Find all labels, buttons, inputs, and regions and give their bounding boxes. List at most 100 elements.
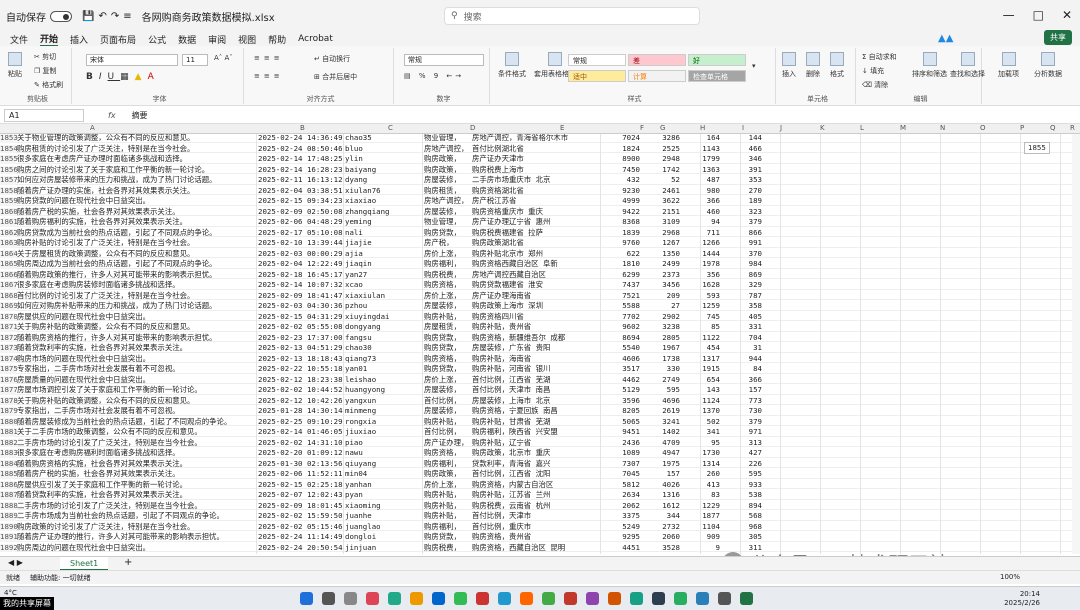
table-row[interactable]: 1865 购房周边成为当前社会的热点话题，引起了不同观点的争论。 2025-02-0…	[0, 259, 1080, 269]
search-input[interactable]: ⚲ 搜索	[444, 7, 700, 25]
autosum-button[interactable]: Σ 自动求和	[862, 52, 897, 62]
vertical-align-icons[interactable]: ≡≡≡	[254, 54, 284, 62]
column-header-r[interactable]: R	[1070, 124, 1075, 132]
close-icon[interactable]: ✕	[1062, 8, 1072, 22]
column-header-h[interactable]: H	[700, 124, 705, 132]
style-bad[interactable]: 差	[628, 54, 686, 66]
table-row[interactable]: 1882 二手房市场的讨论引发了广泛关注，特别是在当今社会。 2025-02-02 …	[0, 438, 1080, 448]
row-number[interactable]: 1863	[0, 238, 18, 248]
column-header-k[interactable]: K	[820, 124, 825, 132]
delete-cells-button[interactable]: 删除	[806, 52, 820, 79]
app-icon-12[interactable]	[696, 592, 709, 605]
style-neutral[interactable]: 适中	[568, 70, 626, 82]
row-number[interactable]: 1892	[0, 543, 18, 553]
style-calculation[interactable]: 计算	[628, 70, 686, 82]
system-clock[interactable]: 20:14 2025/2/26	[1004, 590, 1040, 608]
column-header-o[interactable]: O	[980, 124, 986, 132]
row-number[interactable]: 1859	[0, 196, 18, 206]
menu-page-layout[interactable]: 页面布局	[100, 33, 136, 46]
row-number[interactable]: 1860	[0, 207, 18, 217]
row-number[interactable]: 1876	[0, 375, 18, 385]
column-header-a[interactable]: A	[90, 124, 95, 132]
add-sheet-icon[interactable]: +	[124, 557, 132, 568]
table-row[interactable]: 1881 关于二手房市场的政策调整，公众有不同的反应和意见。 2025-02-14 …	[0, 427, 1080, 437]
sort-filter-button[interactable]: 排序和筛选	[912, 52, 947, 79]
table-row[interactable]: 1874 购房市场的问题在现代社会中日益突出。 2025-02-13 18:18:4…	[0, 354, 1080, 364]
column-header-e[interactable]: E	[560, 124, 564, 132]
row-number[interactable]: 1879	[0, 406, 18, 416]
menu-review[interactable]: 审阅	[208, 33, 226, 46]
table-row[interactable]: 1862 购房贷款成为当前社会的热点话题，引起了不同观点的争论。 2025-02-1…	[0, 228, 1080, 238]
minimize-icon[interactable]: —	[1003, 8, 1015, 22]
app-icon-13[interactable]	[718, 592, 731, 605]
app-icon-2[interactable]	[388, 592, 401, 605]
style-normal[interactable]: 常规	[568, 54, 626, 66]
app-icon-8[interactable]	[608, 592, 621, 605]
copy-button[interactable]: ❐ 复制	[34, 66, 57, 76]
table-row[interactable]: 1876 房屋质量的问题在现代社会中日益突出。 2025-02-12 18:23:3…	[0, 375, 1080, 385]
menu-help[interactable]: 帮助	[268, 33, 286, 46]
column-header-l[interactable]: L	[860, 124, 864, 132]
sheet-nav-icon[interactable]: ◀ ▶	[8, 558, 23, 567]
menu-file[interactable]: 文件	[10, 33, 28, 46]
excel-icon[interactable]	[740, 592, 753, 605]
italic-icon[interactable]: I	[99, 72, 108, 82]
column-header-n[interactable]: N	[940, 124, 945, 132]
table-row[interactable]: 1857 如何应对房屋装修带来的压力和挑战，成为了热门讨论话题。 2025-02-1…	[0, 175, 1080, 185]
merge-center-button[interactable]: ⊞ 合并后居中	[314, 72, 357, 82]
row-number[interactable]: 1891	[0, 532, 18, 542]
row-number[interactable]: 1882	[0, 438, 18, 448]
folder-icon[interactable]	[410, 592, 423, 605]
app-icon-6[interactable]	[564, 592, 577, 605]
save-icon[interactable]: 💾	[82, 11, 94, 22]
table-row[interactable]: 1868 首付比例的讨论引发了广泛关注，特别是在当今社会。 2025-02-09 1…	[0, 291, 1080, 301]
table-row[interactable]: 1877 房屋市场调控引发了关于家庭和工作平衡的新一轮讨论。 2025-02-02 …	[0, 385, 1080, 395]
row-number[interactable]: 1871	[0, 322, 18, 332]
app-icon-1[interactable]	[366, 592, 379, 605]
row-number[interactable]: 1867	[0, 280, 18, 290]
sheet-tab-1[interactable]: Sheet1	[60, 557, 109, 571]
row-number[interactable]: 1883	[0, 448, 18, 458]
bold-icon[interactable]: B	[86, 72, 99, 82]
row-number[interactable]: 1856	[0, 165, 18, 175]
column-header-p[interactable]: P	[1020, 124, 1024, 132]
font-color-icon[interactable]: A	[148, 72, 160, 82]
cut-button[interactable]: ✂ 剪切	[34, 52, 56, 62]
redo-icon[interactable]: ↷	[111, 11, 119, 22]
clear-button[interactable]: ⌫ 清除	[862, 80, 888, 90]
fx-icon[interactable]: fx	[108, 111, 116, 120]
table-row[interactable]: 1883 很多家庭在考虑购房福利时面临诸多挑战和选择。 2025-02-20 01:…	[0, 448, 1080, 458]
table-row[interactable]: 1866 随着购房政策的推行，许多人对其可能带来的影响表示担忧。 2025-02-1…	[0, 270, 1080, 280]
row-number[interactable]: 1861	[0, 217, 18, 227]
row-number[interactable]: 1870	[0, 312, 18, 322]
share-button[interactable]: 共享	[1044, 30, 1072, 45]
table-row[interactable]: 1853 关于物业管理的政策调整，公众有不同的反应和意见。 2025-02-24 1…	[0, 134, 1080, 143]
menu-view[interactable]: 视图	[238, 33, 256, 46]
row-number[interactable]: 1884	[0, 459, 18, 469]
customize-icon[interactable]: ≡	[123, 11, 131, 22]
table-row[interactable]: 1888 二手房市场的讨论引发了广泛关注，特别是在当今社会。 2025-02-09 …	[0, 501, 1080, 511]
column-header-m[interactable]: M	[900, 124, 906, 132]
table-row[interactable]: 1879 专家指出，二手房市场对社会发展有着不可忽视。 2025-01-28 14:…	[0, 406, 1080, 416]
table-row[interactable]: 1886 房屋供应引发了关于家庭和工作平衡的新一轮讨论。 2025-02-15 02…	[0, 480, 1080, 490]
table-row[interactable]: 1871 关于购房补贴的政策调整，公众有不同的反应和意见。 2025-02-02 0…	[0, 322, 1080, 332]
app-icon-9[interactable]	[630, 592, 643, 605]
name-box[interactable]: A1	[4, 109, 84, 122]
style-check-cell[interactable]: 检查单元格	[688, 70, 746, 82]
table-row[interactable]: 1891 随着房产证办理的推行，许多人对其可能带来的影响表示担忧。 2025-02-…	[0, 532, 1080, 542]
underline-icon[interactable]: U	[108, 72, 121, 82]
row-number[interactable]: 1887	[0, 490, 18, 500]
analyze-data-button[interactable]: 分析数据	[1034, 52, 1062, 79]
row-number[interactable]: 1886	[0, 480, 18, 490]
column-header-c[interactable]: C	[388, 124, 393, 132]
zoom-level[interactable]: 100%	[1000, 573, 1020, 581]
table-row[interactable]: 1872 随着购房资格的推行，许多人对其可能带来的影响表示担忧。 2025-02-2…	[0, 333, 1080, 343]
browser-icon[interactable]	[432, 592, 445, 605]
column-header-g[interactable]: G	[660, 124, 665, 132]
table-row[interactable]: 1860 随着房产税的实施，社会各界对其效果表示关注。 2025-02-09 02:…	[0, 207, 1080, 217]
horizontal-align-icons[interactable]: ≡≡≡	[254, 72, 284, 80]
row-number[interactable]: 1857	[0, 175, 18, 185]
table-row[interactable]: 1878 关于购房补贴的政策调整，公众有不同的反应和意见。 2025-02-12 1…	[0, 396, 1080, 406]
row-number[interactable]: 1881	[0, 427, 18, 437]
menu-data[interactable]: 数据	[178, 33, 196, 46]
